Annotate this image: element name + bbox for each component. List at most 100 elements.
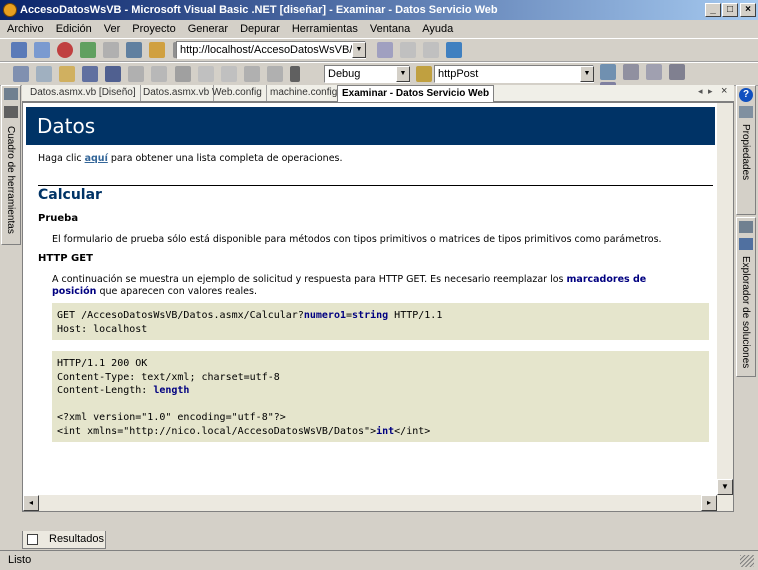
tab-scroll-right-icon[interactable]: ▸ xyxy=(708,86,713,97)
document-tabs: Datos.asmx.vb [Diseño] Datos.asmx.vb Web… xyxy=(22,85,734,102)
config-dropdown-button[interactable]: ▼ xyxy=(396,66,410,82)
menu-ventana[interactable]: Ventana xyxy=(365,20,415,38)
forward-icon[interactable] xyxy=(34,42,51,58)
add-item-icon[interactable] xyxy=(36,66,53,82)
solution-explorer-label[interactable]: Explorador de soluciones xyxy=(740,256,751,368)
param-value: string xyxy=(352,310,389,321)
web-nav-extra xyxy=(375,41,465,59)
open-icon[interactable] xyxy=(59,66,76,82)
request-line1: GET /AccesoDatosWsVB/Datos.asmx/Calcular… xyxy=(57,310,304,321)
operations-link[interactable]: aquí xyxy=(85,153,108,164)
properties-icon-side[interactable] xyxy=(739,106,753,118)
menu-archivo[interactable]: Archivo xyxy=(2,20,49,38)
tab-machine-config[interactable]: machine.config xyxy=(266,85,343,101)
toolbox-icon-side[interactable] xyxy=(4,106,18,118)
response-sample: HTTP/1.1 200 OK Content-Type: text/xml; … xyxy=(52,351,709,442)
url-input[interactable]: http://localhost/AccesoDatosWsVB/Datos.a xyxy=(176,41,366,59)
response-content-length: Content-Length: xyxy=(57,385,154,396)
solution-icon[interactable] xyxy=(739,238,753,250)
tab-examinar[interactable]: Examinar - Datos Servicio Web xyxy=(337,85,495,102)
httpget-text-2: que aparecen con valores reales. xyxy=(96,286,257,297)
url-dropdown-button[interactable]: ▼ xyxy=(352,42,366,58)
tab-close-icon[interactable]: × xyxy=(721,85,727,97)
menu-ayuda[interactable]: Ayuda xyxy=(417,20,458,38)
intro-after: para obtener una lista completa de opera… xyxy=(107,153,343,164)
save-icon[interactable] xyxy=(82,66,99,82)
menu-edicion[interactable]: Edición xyxy=(51,20,97,38)
browser-content: Datos Haga clic aquí para obtener una li… xyxy=(22,102,734,512)
redo-icon[interactable] xyxy=(220,66,237,82)
tab-web-config[interactable]: Web.config xyxy=(208,85,267,101)
results-label: Resultados xyxy=(49,533,105,545)
help-icon[interactable]: ? xyxy=(739,88,753,102)
tab-scroll-left-icon[interactable]: ◂ xyxy=(698,86,703,97)
font-size-icon[interactable] xyxy=(446,42,463,58)
start-icon[interactable] xyxy=(289,66,300,82)
properties-strip[interactable]: ? Propiedades xyxy=(736,85,756,215)
maximize-button[interactable]: □ xyxy=(722,3,738,17)
stop-icon[interactable] xyxy=(57,42,74,58)
httpget-text-1: A continuación se muestra un ejemplo de … xyxy=(52,274,567,285)
copy-icon[interactable] xyxy=(151,66,168,82)
properties-icon[interactable] xyxy=(623,64,640,80)
scroll-left-button[interactable]: ◂ xyxy=(23,495,39,511)
response-status: HTTP/1.1 200 OK xyxy=(57,358,148,369)
status-text: Listo xyxy=(8,554,32,566)
favorites-icon[interactable] xyxy=(149,42,166,58)
sync-icon[interactable] xyxy=(377,42,393,58)
httpget-text-line1: A continuación se muestra un ejemplo de … xyxy=(52,274,646,285)
request-host: Host: localhost xyxy=(57,323,148,335)
undo-icon[interactable] xyxy=(197,66,214,82)
new-project-icon[interactable] xyxy=(13,66,30,82)
toolbox-icon[interactable] xyxy=(669,64,686,80)
find-dropdown-button[interactable]: ▼ xyxy=(580,66,594,82)
httpget-heading: HTTP GET xyxy=(38,253,93,264)
home-icon[interactable] xyxy=(103,42,120,58)
minimize-button[interactable]: _ xyxy=(705,3,721,17)
horizontal-scrollbar[interactable]: ◂ ▸ xyxy=(23,495,733,511)
httpget-text-line2: posición que aparecen con valores reales… xyxy=(52,286,257,297)
cut-icon[interactable] xyxy=(128,66,145,82)
up-arrow-icon[interactable] xyxy=(400,42,417,58)
tab-datos-design[interactable]: Datos.asmx.vb [Diseño] xyxy=(26,85,141,101)
toolbox-label[interactable]: Cuadro de herramientas xyxy=(5,126,16,234)
properties-label[interactable]: Propiedades xyxy=(740,124,751,180)
find-input[interactable]: httpPost xyxy=(434,65,594,83)
scroll-down-button[interactable]: ▼ xyxy=(717,479,733,495)
status-bar: Listo xyxy=(0,550,758,570)
tab-datos-code[interactable]: Datos.asmx.vb xyxy=(139,85,215,101)
close-button[interactable]: × xyxy=(740,3,756,17)
navigate-back-icon[interactable] xyxy=(243,66,260,82)
menu-generar[interactable]: Generar xyxy=(183,20,233,38)
prueba-text: El formulario de prueba sólo está dispon… xyxy=(52,234,662,245)
object-browser-icon[interactable] xyxy=(646,64,663,80)
solution-explorer-strip[interactable]: Explorador de soluciones xyxy=(736,217,756,377)
toolbox-strip[interactable]: Cuadro de herramientas xyxy=(1,85,21,245)
vertical-scrollbar[interactable]: ▼ xyxy=(717,103,733,495)
find-icon[interactable] xyxy=(416,66,432,82)
app-icon xyxy=(3,3,17,17)
param-name: numero1 xyxy=(303,310,346,321)
placeholder-term-1: marcadores de xyxy=(566,274,647,285)
class-view-icon[interactable] xyxy=(739,221,753,233)
back-icon[interactable] xyxy=(11,42,28,58)
save-all-icon[interactable] xyxy=(105,66,122,82)
down-arrow-icon[interactable] xyxy=(423,42,440,58)
response-int-value: int xyxy=(376,425,395,437)
scroll-right-button[interactable]: ▸ xyxy=(701,495,717,511)
section-divider xyxy=(38,185,713,186)
menu-proyecto[interactable]: Proyecto xyxy=(127,20,180,38)
solution-explorer-icon[interactable] xyxy=(600,64,616,80)
menu-herramientas[interactable]: Herramientas xyxy=(287,20,363,38)
refresh-icon[interactable] xyxy=(80,42,97,58)
results-tab[interactable]: Resultados xyxy=(22,531,106,549)
request-sample: GET /AccesoDatosWsVB/Datos.asmx/Calcular… xyxy=(52,303,709,340)
server-explorer-icon[interactable] xyxy=(4,88,18,100)
search-web-icon[interactable] xyxy=(126,42,143,58)
navigate-forward-icon[interactable] xyxy=(266,66,283,82)
menu-ver[interactable]: Ver xyxy=(99,20,126,38)
resize-grip[interactable] xyxy=(740,555,754,567)
menu-depurar[interactable]: Depurar xyxy=(235,20,285,38)
page-banner: Datos xyxy=(26,107,715,145)
paste-icon[interactable] xyxy=(174,66,191,82)
